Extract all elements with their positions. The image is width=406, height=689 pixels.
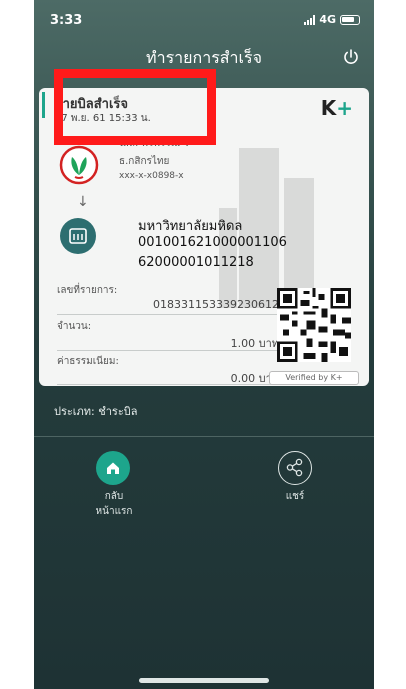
divider-line (57, 314, 279, 315)
sender-bank: ธ.กสิกรไทย (119, 156, 170, 167)
home-button[interactable] (96, 451, 130, 485)
network-label: 4G (319, 13, 336, 26)
home-label-line2: หน้าแรก (95, 506, 133, 517)
share-icon (286, 458, 303, 477)
status-time: 3:33 (50, 13, 83, 28)
biller-ref2: 62000001011218 (138, 255, 254, 270)
phone-screen: 3:33 4G ทำรายการสำเร็จ จ่ายบิลสำเร็จ 27 … (34, 0, 374, 689)
home-label[interactable]: กลับ หน้าแรก (74, 489, 154, 519)
share-button[interactable] (278, 451, 312, 485)
divider-line (57, 384, 279, 385)
home-indicator[interactable] (139, 678, 269, 683)
amount-label: จำนวน: (57, 321, 92, 332)
accent-bar (42, 92, 45, 118)
status-icons: 4G (304, 13, 360, 26)
fee-label: ค่าธรรมเนียม: (57, 356, 119, 367)
home-label-line1: กลับ (104, 491, 124, 502)
highlight-annotation (54, 69, 216, 145)
kplus-k: K (320, 96, 337, 120)
bill-icon (60, 218, 96, 254)
status-bar: 3:33 4G (34, 0, 374, 44)
kbank-logo (59, 145, 99, 185)
battery-icon (340, 14, 360, 25)
transaction-id-label: เลขที่รายการ: (57, 285, 118, 296)
share-label[interactable]: แชร์ (265, 489, 325, 504)
sender-account: xxx-x-x0898-x (119, 171, 184, 181)
biller-name: มหาวิทยาลัยมหิดล (138, 219, 243, 234)
biller-ref1: 001001621000001106 (138, 235, 287, 250)
kplus-logo: K+ (321, 96, 353, 120)
transaction-id-value: 018331153339230612 (153, 298, 279, 311)
power-icon[interactable] (342, 48, 360, 66)
qr-code (277, 288, 351, 362)
section-divider (34, 436, 374, 437)
signal-icon (304, 14, 316, 25)
home-icon (107, 462, 119, 474)
divider-line (57, 350, 279, 351)
kplus-plus: + (336, 96, 353, 120)
transaction-type: ประเภท: ชำระบิล (54, 405, 138, 418)
verified-badge: Verified by K+ (269, 371, 359, 385)
page-title: ทำรายการสำเร็จ (146, 48, 262, 67)
arrow-down-icon: ↓ (77, 194, 89, 210)
